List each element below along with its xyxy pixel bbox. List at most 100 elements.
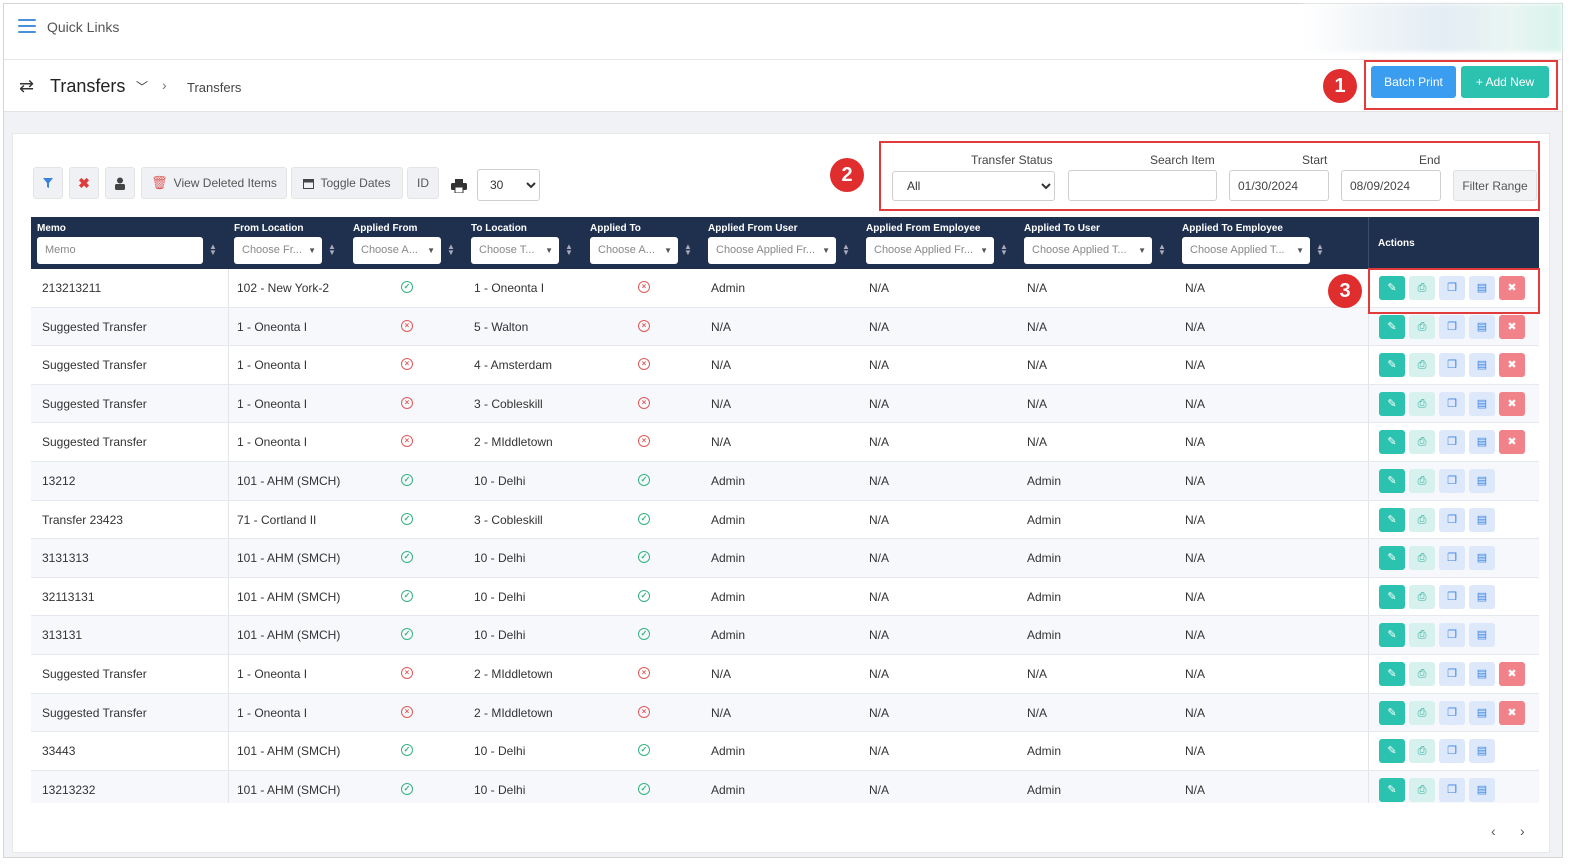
print-button[interactable]: ⎙	[1409, 739, 1435, 764]
sort-icon[interactable]: ▲ ▼	[328, 243, 336, 257]
id-toggle-button[interactable]: ID	[407, 167, 439, 199]
filter-toggle-button[interactable]	[33, 167, 63, 199]
document-button[interactable]: ▤	[1469, 739, 1495, 764]
applied-from-filter[interactable]: Choose A... ▼	[353, 237, 441, 264]
copy-button[interactable]: ❐	[1439, 391, 1465, 416]
edit-button[interactable]: ✎	[1379, 700, 1405, 725]
memo-filter-input[interactable]: Memo	[37, 237, 203, 264]
to-location-filter[interactable]: Choose T... ▼	[471, 237, 559, 264]
print-button[interactable]: ⎙	[1409, 468, 1435, 493]
delete-button[interactable]: ✖	[1499, 700, 1525, 725]
print-button[interactable]: ⎙	[1409, 391, 1435, 416]
table-row[interactable]: Suggested Transfer 1 - Oneonta I 5 - Walto…	[31, 307, 1539, 347]
pager-prev-button[interactable]: ‹	[1491, 823, 1496, 839]
copy-button[interactable]: ❐	[1439, 314, 1465, 339]
applied-to-employee-filter[interactable]: Choose Applied T... ▼	[1182, 237, 1310, 264]
filter-range-button[interactable]: Filter Range	[1453, 170, 1537, 201]
user-filter-button[interactable]	[105, 167, 135, 199]
sort-icon[interactable]: ▲ ▼	[1158, 243, 1166, 257]
edit-button[interactable]: ✎	[1379, 391, 1405, 416]
sort-icon[interactable]: ▲ ▼	[684, 243, 692, 257]
delete-button[interactable]: ✖	[1499, 430, 1525, 455]
table-row[interactable]: 13212 101 - AHM (SMCH) 10 - Delhi Admin N/A A…	[31, 461, 1539, 501]
pager-next-button[interactable]: ›	[1520, 823, 1525, 839]
table-row[interactable]: Suggested Transfer 1 - Oneonta I 2 - MIddl…	[31, 654, 1539, 694]
print-button[interactable]: ⎙	[1409, 661, 1435, 686]
sort-icon[interactable]: ▲ ▼	[565, 243, 573, 257]
document-button[interactable]: ▤	[1469, 700, 1495, 725]
add-new-button[interactable]: + Add New	[1461, 66, 1549, 98]
applied-to-user-filter[interactable]: Choose Applied T... ▼	[1024, 237, 1152, 264]
document-button[interactable]: ▤	[1469, 353, 1495, 378]
page-title[interactable]: Transfers	[50, 76, 125, 97]
copy-button[interactable]: ❐	[1439, 546, 1465, 571]
copy-button[interactable]: ❐	[1439, 430, 1465, 455]
sort-icon[interactable]: ▲ ▼	[1316, 243, 1324, 257]
delete-button[interactable]: ✖	[1499, 661, 1525, 686]
document-button[interactable]: ▤	[1469, 546, 1495, 571]
document-button[interactable]: ▤	[1469, 314, 1495, 339]
edit-button[interactable]: ✎	[1379, 468, 1405, 493]
table-row[interactable]: Suggested Transfer 1 - Oneonta I 3 - Coble…	[31, 384, 1539, 424]
edit-button[interactable]: ✎	[1379, 353, 1405, 378]
from-location-filter[interactable]: Choose Fr... ▼	[234, 237, 322, 264]
print-button[interactable]: ⎙	[1409, 546, 1435, 571]
sort-icon[interactable]: ▲ ▼	[1000, 243, 1008, 257]
search-item-input[interactable]	[1068, 170, 1217, 201]
page-size-select[interactable]: 30	[477, 169, 540, 201]
print-button[interactable]: ⎙	[1409, 314, 1435, 339]
document-button[interactable]: ▤	[1469, 623, 1495, 648]
copy-button[interactable]: ❐	[1439, 777, 1465, 802]
edit-button[interactable]: ✎	[1379, 584, 1405, 609]
edit-button[interactable]: ✎	[1379, 777, 1405, 802]
copy-button[interactable]: ❐	[1439, 468, 1465, 493]
table-row[interactable]: 33443 101 - AHM (SMCH) 10 - Delhi Admin N/A A…	[31, 732, 1539, 771]
print-button[interactable]: ⎙	[1409, 507, 1435, 532]
copy-button[interactable]: ❐	[1439, 353, 1465, 378]
view-deleted-items-button[interactable]: 🗑 View Deleted Items	[141, 167, 287, 199]
toggle-dates-button[interactable]: Toggle Dates	[291, 167, 403, 199]
copy-button[interactable]: ❐	[1439, 661, 1465, 686]
delete-button[interactable]: ✖	[1499, 314, 1525, 339]
clear-filters-button[interactable]: ✖	[69, 167, 99, 199]
document-button[interactable]: ▤	[1469, 584, 1495, 609]
copy-button[interactable]: ❐	[1439, 739, 1465, 764]
document-button[interactable]: ▤	[1469, 507, 1495, 532]
copy-button[interactable]: ❐	[1439, 507, 1465, 532]
quick-links-label[interactable]: Quick Links	[47, 19, 119, 35]
start-date-input[interactable]	[1229, 170, 1329, 201]
copy-button[interactable]: ❐	[1439, 700, 1465, 725]
edit-button[interactable]: ✎	[1379, 314, 1405, 339]
delete-button[interactable]: ✖	[1499, 391, 1525, 416]
table-row[interactable]: 13213232 101 - AHM (SMCH) 10 - Delhi Admin N…	[31, 770, 1539, 803]
table-row[interactable]: 213213211 102 - New York-2 1 - Oneonta I Ad…	[31, 269, 1539, 308]
chevron-down-icon[interactable]: ﹀	[136, 78, 148, 95]
edit-button[interactable]: ✎	[1379, 507, 1405, 532]
table-row[interactable]: Suggested Transfer 1 - Oneonta I 4 - Amste…	[31, 346, 1539, 385]
print-button[interactable]: ⎙	[1409, 777, 1435, 802]
print-button[interactable]: ⎙	[1409, 353, 1435, 378]
document-button[interactable]: ▤	[1469, 468, 1495, 493]
edit-button[interactable]: ✎	[1379, 623, 1405, 648]
document-button[interactable]: ▤	[1469, 777, 1495, 802]
batch-print-button[interactable]: Batch Print	[1371, 66, 1456, 98]
sort-icon[interactable]: ▲ ▼	[209, 243, 217, 257]
table-row[interactable]: Suggested Transfer 1 - Oneonta I 2 - MIddl…	[31, 693, 1539, 733]
edit-button[interactable]: ✎	[1379, 430, 1405, 455]
applied-to-filter[interactable]: Choose A... ▼	[590, 237, 678, 264]
print-button[interactable]: ⎙	[1409, 584, 1435, 609]
applied-from-user-filter[interactable]: Choose Applied Fr... ▼	[708, 237, 836, 264]
table-row[interactable]: 3131313 101 - AHM (SMCH) 10 - Delhi Admin N/…	[31, 539, 1539, 578]
table-row[interactable]: Suggested Transfer 1 - Oneonta I 2 - MIddl…	[31, 423, 1539, 462]
table-row[interactable]: 313131 101 - AHM (SMCH) 10 - Delhi Admin N/A…	[31, 616, 1539, 655]
print-button[interactable]: ⎙	[1409, 430, 1435, 455]
hamburger-icon[interactable]	[18, 19, 36, 33]
end-date-input[interactable]	[1341, 170, 1441, 201]
delete-button[interactable]: ✖	[1499, 353, 1525, 378]
copy-button[interactable]: ❐	[1439, 584, 1465, 609]
sort-icon[interactable]: ▲ ▼	[447, 243, 455, 257]
document-button[interactable]: ▤	[1469, 661, 1495, 686]
document-button[interactable]: ▤	[1469, 391, 1495, 416]
table-row[interactable]: 32113131 101 - AHM (SMCH) 10 - Delhi Admin N…	[31, 577, 1539, 617]
transfer-status-select[interactable]: All	[892, 171, 1055, 201]
